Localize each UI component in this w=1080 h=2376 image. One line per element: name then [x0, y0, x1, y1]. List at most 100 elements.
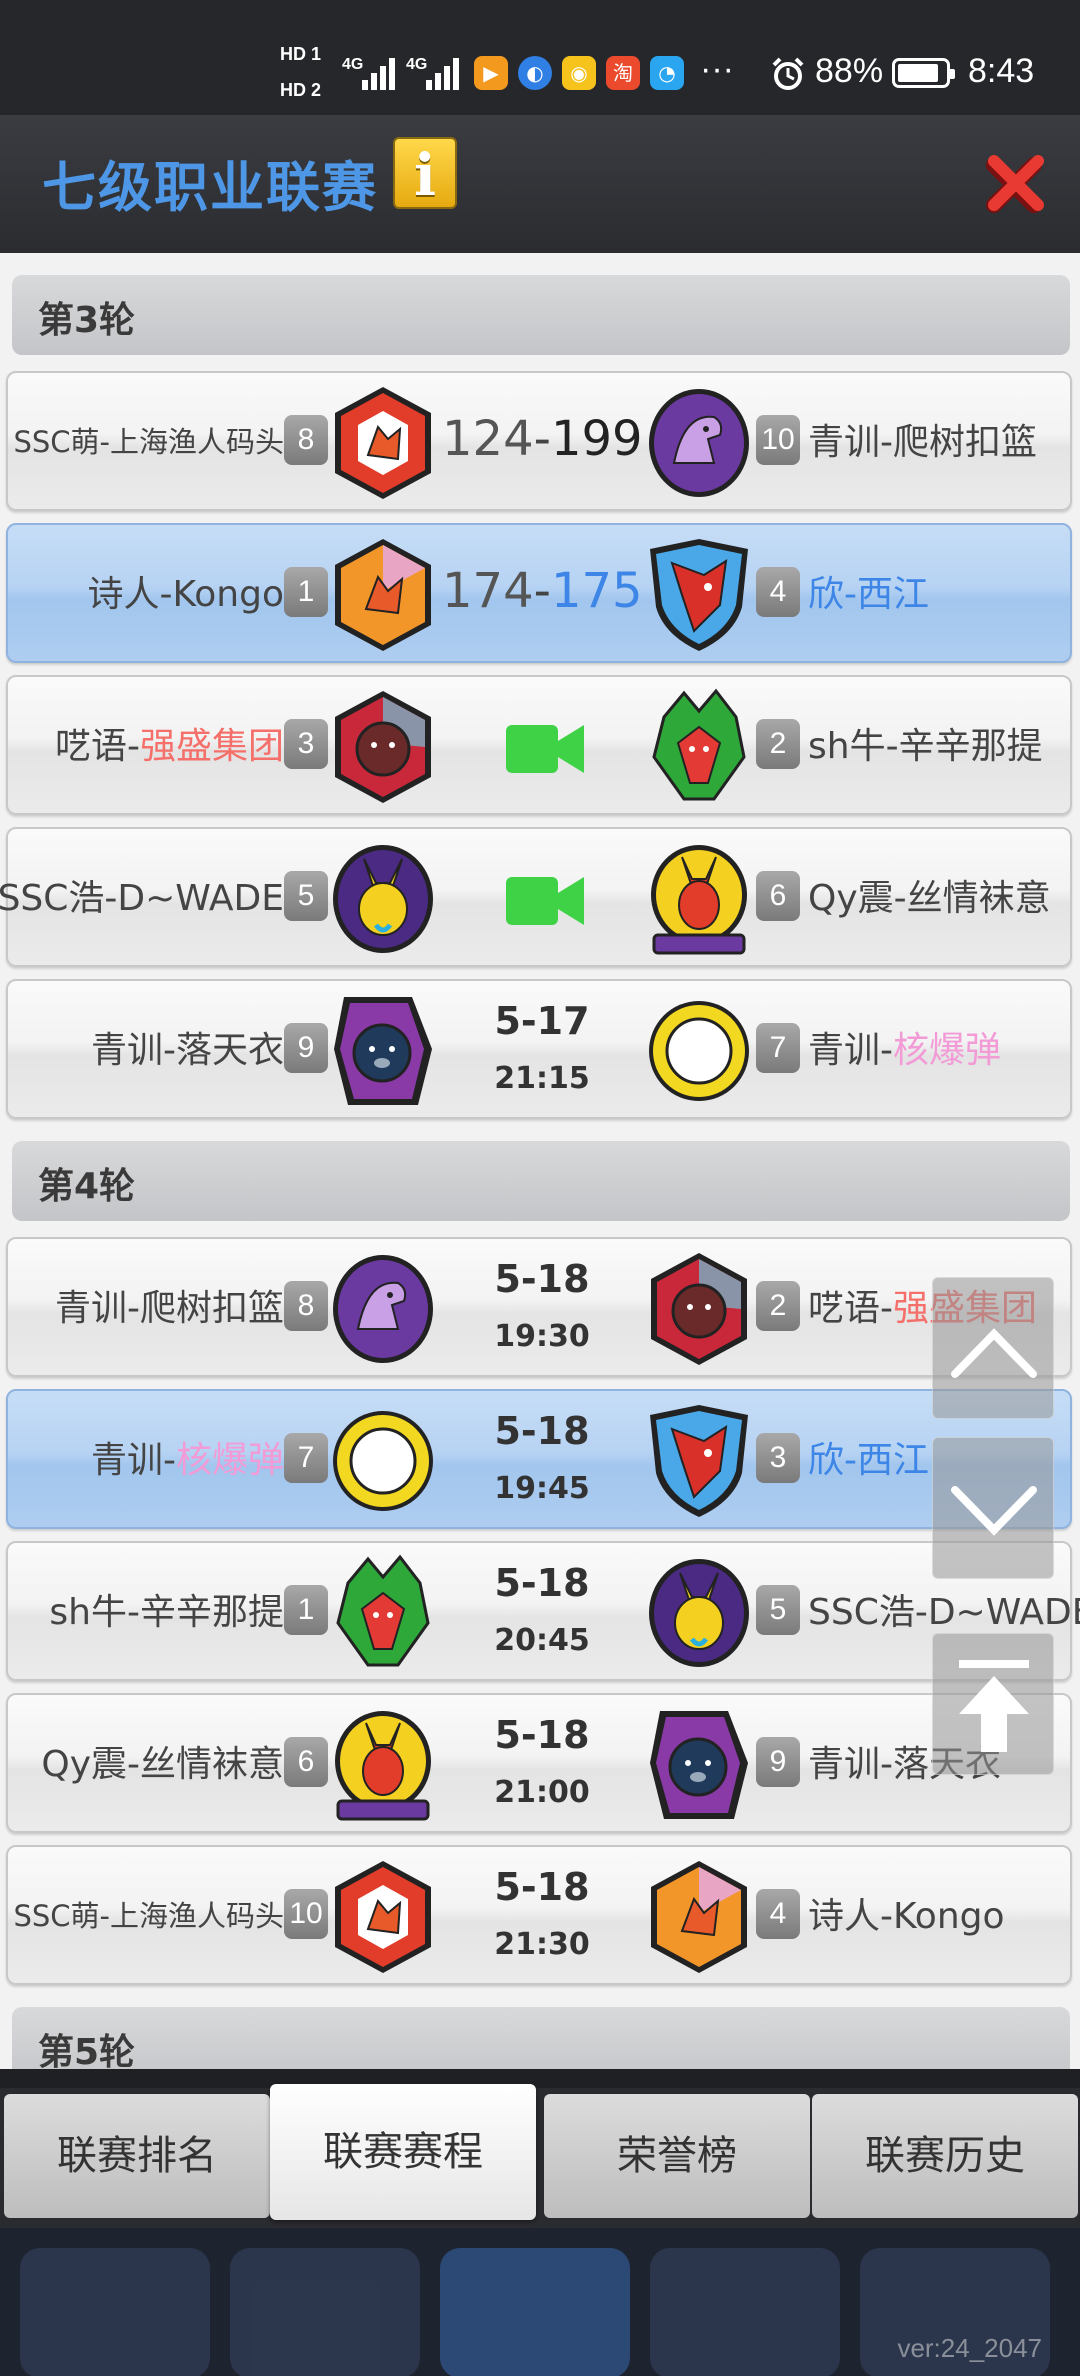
scroll-down-button[interactable]: [932, 1437, 1054, 1579]
home-team-name: SSC浩-D~WADE: [0, 878, 284, 919]
away-team-name: 欣-西江: [808, 1440, 929, 1481]
battery-percent: 88%: [815, 52, 884, 90]
match-row[interactable]: sh牛-辛辛那提 1 5-18 20:45 5 SSC浩-D~WADE: [6, 1541, 1080, 1681]
tab-league-history[interactable]: 联赛历史: [812, 2094, 1078, 2218]
purple-bear-logo-icon[interactable]: [328, 991, 438, 1111]
match-score: 174-175: [442, 563, 643, 619]
alarm-icon: [772, 57, 804, 90]
red-rabbit-logo-icon[interactable]: [644, 839, 754, 959]
info-button[interactable]: i: [393, 137, 457, 209]
taobao-app-icon: 淘: [606, 56, 640, 90]
away-team-name: 青训-爬树扣篮: [808, 422, 1037, 463]
more-notifications-icon: ···: [700, 50, 734, 88]
bottom-tab-bar: 联赛排名 联赛赛程 荣誉榜 联赛历史: [0, 2084, 1080, 2228]
round-header: 第3轮: [12, 275, 1070, 355]
close-icon[interactable]: [984, 151, 1048, 215]
match-row[interactable]: SSC浩-D~WADE 5 6 Qy震-丝情袜意: [0, 827, 1072, 967]
away-team-name: 诗人-Kongo: [808, 1896, 1005, 1937]
match-date: 5-18: [494, 1561, 590, 1605]
white-gear-logo-icon[interactable]: [328, 1401, 438, 1521]
away-team-name: 青训-核爆弹: [808, 1030, 1002, 1071]
match-row[interactable]: 青训-核爆弹 7 5-18 19:45 3 欣-西江: [6, 1389, 1072, 1529]
header-bar: 七级职业联赛 i: [0, 115, 1080, 253]
home-team-name: 诗人-Kongo: [87, 574, 284, 615]
signal-icon: [362, 56, 406, 90]
match-row[interactable]: Qy震-丝情袜意 6 5-18 21:00 9 青训-落天衣: [6, 1693, 1072, 1833]
away-seed-badge: 3: [756, 1433, 800, 1483]
red-rabbit-logo-icon[interactable]: [328, 1705, 438, 1825]
match-time: 21:00: [494, 1775, 590, 1810]
weibo-app-icon: ◉: [562, 56, 596, 90]
home-team-name: sh牛-辛辛那提: [49, 1592, 284, 1633]
home-team-name: 青训-爬树扣篮: [55, 1288, 284, 1329]
round-header: 第5轮: [12, 2007, 1070, 2069]
dragon-shield-logo-icon[interactable]: [644, 535, 754, 655]
yellow-rabbit-logo-icon[interactable]: [328, 839, 438, 959]
home-seed-badge: 5: [284, 871, 328, 921]
home-seed-badge: 8: [284, 1281, 328, 1331]
home-seed-badge: 1: [284, 1585, 328, 1635]
match-time: 19:30: [494, 1319, 590, 1354]
tab-league-schedule[interactable]: 联赛赛程: [270, 2084, 536, 2220]
match-row[interactable]: 诗人-Kongo 1 174-175 4 欣-西江: [6, 523, 1072, 663]
match-row[interactable]: 呓语-强盛集团 3 2 sh牛-辛辛那提: [6, 675, 1072, 815]
home-seed-badge: 1: [284, 567, 328, 617]
battery-icon: [892, 58, 955, 88]
away-seed-badge: 7: [756, 1023, 800, 1073]
yellow-rabbit-logo-icon[interactable]: [644, 1553, 754, 1673]
away-seed-badge: 2: [756, 719, 800, 769]
purple-eagle-logo-icon[interactable]: [328, 1249, 438, 1369]
scroll-up-button[interactable]: [932, 1277, 1054, 1419]
bear-hexagon-logo-icon[interactable]: [328, 687, 438, 807]
home-team-name: Qy震-丝情袜意: [41, 1744, 284, 1785]
away-seed-badge: 2: [756, 1281, 800, 1331]
away-seed-badge: 5: [756, 1585, 800, 1635]
away-team-name: 欣-西江: [808, 574, 929, 615]
match-row[interactable]: SSC萌-上海渔人码头 10 5-18 21:30 4 诗人-Kongo: [6, 1845, 1072, 1985]
status-bar: HD 1 HD 2 4G 4G ▶ ◐ ◉ 淘 ◔ ··· 88% 8:43: [0, 0, 1080, 115]
match-row[interactable]: 青训-落天衣 9 5-17 21:15 7 青训-核爆弹: [6, 979, 1072, 1119]
match-time: 21:30: [494, 1927, 590, 1962]
dragon-shield-logo-icon[interactable]: [644, 1401, 754, 1521]
hexagon-fox-logo-icon[interactable]: [328, 535, 438, 655]
arrow-to-top-icon: [959, 1660, 1029, 1752]
network-type-2: 4G: [406, 56, 428, 73]
qq-app-icon: ◔: [650, 56, 684, 90]
match-row[interactable]: SSC萌-上海渔人码头 8 124-199 10 青训-爬树扣篮: [6, 371, 1072, 511]
signal-icon-2: [426, 56, 470, 90]
video-replay-icon[interactable]: [506, 875, 584, 927]
match-time: 21:15: [494, 1061, 590, 1096]
home-team-name: SSC萌-上海渔人码头: [13, 1899, 284, 1933]
home-seed-badge: 8: [284, 415, 328, 465]
match-date: 5-17: [494, 999, 590, 1043]
away-team-name: Qy震-丝情袜意: [808, 878, 1051, 919]
away-seed-badge: 4: [756, 567, 800, 617]
hexagon-fox-logo-icon[interactable]: [328, 1857, 438, 1977]
match-row[interactable]: 青训-爬树扣篮 8 5-18 19:30 2 呓语-强盛集团: [6, 1237, 1072, 1377]
purple-bear-logo-icon[interactable]: [644, 1705, 754, 1825]
home-seed-badge: 3: [284, 719, 328, 769]
purple-eagle-logo-icon[interactable]: [644, 383, 754, 503]
version-label: ver:24_2047: [897, 2333, 1042, 2363]
round-header: 第4轮: [12, 1141, 1070, 1221]
green-fox-logo-icon[interactable]: [644, 687, 754, 807]
away-seed-badge: 4: [756, 1889, 800, 1939]
bear-hexagon-logo-icon[interactable]: [644, 1249, 754, 1369]
schedule-list[interactable]: 第3轮 SSC萌-上海渔人码头 8 124-199 10 青训-爬树扣篮 诗人-…: [0, 253, 1080, 2069]
away-team-name: SSC浩-D~WADE: [808, 1592, 1080, 1633]
scroll-top-button[interactable]: [932, 1633, 1054, 1775]
tab-honor-roll[interactable]: 荣誉榜: [544, 2094, 810, 2218]
away-team-name: sh牛-辛辛那提: [808, 726, 1043, 767]
video-replay-icon[interactable]: [506, 723, 584, 775]
match-date: 5-18: [494, 1865, 590, 1909]
hexagon-fox-logo-icon[interactable]: [644, 1857, 754, 1977]
hd1-indicator: HD 1: [280, 44, 322, 64]
away-seed-badge: 6: [756, 871, 800, 921]
bilibili-app-icon: ▶: [474, 56, 508, 90]
hexagon-fox-logo-icon[interactable]: [328, 383, 438, 503]
tab-league-ranking[interactable]: 联赛排名: [4, 2094, 270, 2218]
browser-app-icon: ◐: [518, 56, 552, 90]
green-fox-logo-icon[interactable]: [328, 1553, 438, 1673]
white-gear-logo-icon[interactable]: [644, 991, 754, 1111]
match-date: 5-18: [494, 1409, 590, 1453]
